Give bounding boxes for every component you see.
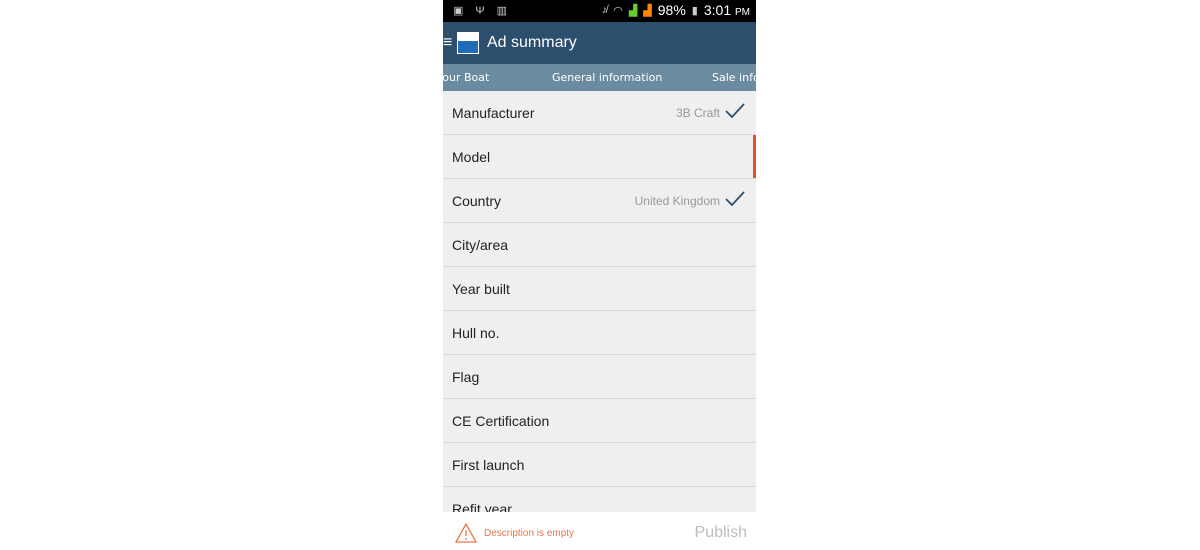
check-icon <box>725 191 745 207</box>
page-title: Ad summary <box>487 34 577 51</box>
list-item-flag[interactable]: Flag <box>443 355 756 399</box>
usb-icon: Ψ <box>475 4 485 17</box>
field-list: Manufacturer 3B Craft Model Country Unit… <box>443 91 756 531</box>
phone-screen: ▣ Ψ ▥ ♪̸ ◠ ▟ ▟ 98% ▮ 3:01 PM ≡ Ad summar… <box>443 0 756 550</box>
list-item-ce-certification[interactable]: CE Certification <box>443 399 756 443</box>
list-item-first-launch[interactable]: First launch <box>443 443 756 487</box>
tab-sale-information[interactable]: Sale information <box>712 71 756 84</box>
clock: 3:01 PM <box>703 2 750 18</box>
list-item-model[interactable]: Model <box>443 135 756 179</box>
menu-icon[interactable]: ≡ <box>443 35 453 51</box>
tab-your-boat[interactable]: Your Boat <box>443 71 489 84</box>
wifi-icon: ◠ <box>613 4 623 17</box>
image-icon: ▣ <box>453 5 464 17</box>
warning-message[interactable]: Description is empty <box>484 528 574 539</box>
list-item-country[interactable]: Country United Kingdom <box>443 179 756 223</box>
battery-charging-icon: ▮ <box>691 4 698 17</box>
list-item-manufacturer[interactable]: Manufacturer 3B Craft <box>443 91 756 135</box>
mute-icon: ♪̸ <box>601 4 608 16</box>
tab-general-information[interactable]: General information <box>552 71 662 84</box>
status-bar: ▣ Ψ ▥ ♪̸ ◠ ▟ ▟ 98% ▮ 3:01 PM <box>443 0 756 22</box>
signal-icon: ▟ <box>628 4 638 17</box>
app-bar: ≡ Ad summary <box>443 22 756 64</box>
bottom-bar: Description is empty Publish <box>443 512 756 550</box>
barcode-icon: ▥ <box>496 5 508 17</box>
list-item-hull-no[interactable]: Hull no. <box>443 311 756 355</box>
list-item-city-area[interactable]: City/area <box>443 223 756 267</box>
warning-icon <box>455 523 477 543</box>
signal-icon-2: ▟ <box>643 4 652 17</box>
check-icon <box>725 103 745 119</box>
publish-button[interactable]: Publish <box>695 524 747 542</box>
required-indicator <box>753 135 756 178</box>
app-logo <box>457 32 479 54</box>
battery-percent: 98% <box>657 2 686 18</box>
tab-bar: Your Boat General information Sale infor… <box>443 64 756 91</box>
list-item-year-built[interactable]: Year built <box>443 267 756 311</box>
